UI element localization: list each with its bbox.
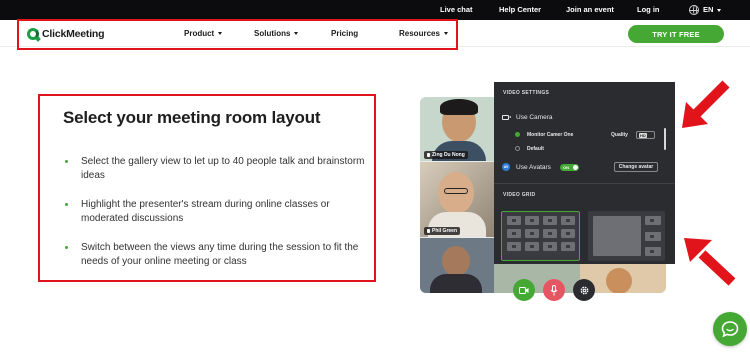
camera-control-button[interactable] (513, 279, 535, 301)
microphone-icon (550, 284, 558, 295)
quality-select[interactable] (636, 131, 655, 139)
participant-face (606, 268, 632, 293)
chat-widget-button[interactable] (713, 312, 747, 346)
join-event-link[interactable]: Join an event (566, 5, 614, 14)
camera-icon (519, 286, 529, 294)
annotation-arrow-lower (684, 238, 736, 286)
globe-icon[interactable] (689, 5, 699, 15)
use-avatars-label: Use Avatars (516, 164, 551, 171)
section-title: Select your meeting room layout (63, 108, 321, 127)
avatar-icon: AV (502, 163, 510, 171)
help-center-link[interactable]: Help Center (499, 5, 541, 14)
participant-name: Phil Green (432, 228, 458, 234)
try-it-free-button[interactable]: TRY IT FREE (628, 25, 724, 43)
gear-icon (580, 286, 588, 294)
nav-highlight-box (17, 19, 458, 50)
participant-tile (494, 264, 580, 293)
annotation-arrow-upper (682, 80, 730, 128)
participant-hair (440, 99, 478, 115)
participant-tile (420, 162, 494, 237)
microphone-icon (427, 153, 430, 157)
participant-tile (420, 238, 494, 293)
language-selector[interactable]: EN (703, 5, 713, 14)
microphone-control-button[interactable] (543, 279, 565, 301)
participant-name-tag: Phil Green (424, 227, 461, 235)
quality-label: Quality (611, 132, 628, 138)
participant-face (442, 246, 470, 276)
bullet-text-gallery: Select the gallery view to let up to 40 … (81, 156, 365, 181)
radio-selected[interactable] (515, 132, 520, 137)
use-camera-label: Use Camera (516, 114, 553, 121)
chevron-down-icon (717, 9, 721, 12)
live-chat-link[interactable]: Live chat (440, 5, 473, 14)
bullet-dot (65, 157, 71, 163)
camera-option-1: Monitor Camer One (527, 132, 574, 138)
camera-option-2: Default (527, 146, 544, 152)
panel-scrollbar[interactable] (664, 128, 666, 150)
avatars-toggle[interactable]: ON (560, 164, 579, 171)
video-grid-heading: VIDEO GRID (503, 192, 536, 198)
radio-unselected[interactable] (515, 146, 520, 151)
bullet-dot (65, 200, 71, 206)
chat-bubble-icon (721, 321, 739, 338)
settings-control-button[interactable] (573, 279, 595, 301)
panel-divider (494, 183, 675, 184)
bullet-text-switch: Switch between the views any time during… (81, 242, 359, 267)
participant-name-tag: Zing Du Nong (424, 151, 468, 159)
video-settings-heading: VIDEO SETTINGS (503, 90, 550, 96)
camera-icon (502, 115, 511, 120)
participant-shirt (430, 274, 482, 293)
glasses (444, 188, 468, 194)
top-utility-bar: Live chat Help Center Join an event Log … (0, 0, 750, 20)
participant-name: Zing Du Nong (432, 152, 465, 158)
microphone-icon (427, 229, 430, 233)
login-link[interactable]: Log in (637, 5, 660, 14)
bullet-text-presenter: Highlight the presenter's stream during … (81, 199, 330, 224)
change-avatar-button[interactable]: Change avatar (614, 162, 658, 172)
bullet-dot (65, 243, 71, 249)
